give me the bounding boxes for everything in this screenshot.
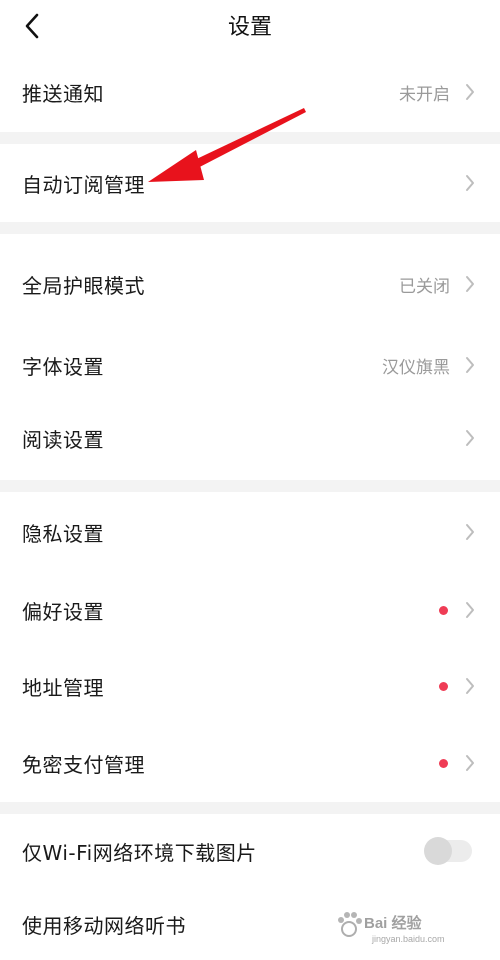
section-divider — [0, 222, 500, 234]
paw-logo-icon — [338, 912, 362, 937]
font-settings-label: 字体设置 — [22, 354, 104, 379]
font-settings-row[interactable]: 字体设置 汉仪旗黑 — [0, 334, 500, 396]
red-dot-badge — [439, 681, 448, 691]
preference-settings-label: 偏好设置 — [22, 599, 104, 624]
section-divider — [0, 132, 500, 144]
watermark-text: Bai 经验 — [364, 915, 422, 932]
auto-subscribe-row[interactable]: 自动订阅管理 — [0, 144, 500, 222]
preference-settings-row[interactable]: 偏好设置 — [0, 572, 500, 648]
password-free-payment-row[interactable]: 免密支付管理 — [0, 724, 500, 802]
header-bar: 设置 — [0, 0, 500, 52]
watermark-url: jingyan.baidu.com — [372, 934, 445, 944]
eye-mode-value: 已关闭 — [399, 276, 450, 297]
section-divider — [0, 480, 500, 492]
privacy-settings-label: 隐私设置 — [22, 521, 104, 546]
chevron-right-icon — [464, 83, 476, 101]
font-settings-value: 汉仪旗黑 — [382, 357, 450, 378]
chevron-right-icon — [464, 677, 476, 695]
eye-mode-row[interactable]: 全局护眼模式 已关闭 — [0, 234, 500, 334]
baidu-jingyan-watermark: Bai 经验 jingyan.baidu.com — [334, 908, 474, 950]
chevron-right-icon — [464, 754, 476, 772]
chevron-right-icon — [464, 429, 476, 447]
mobile-network-listen-label: 使用移动网络听书 — [22, 913, 186, 938]
page-title: 设置 — [227, 15, 272, 40]
red-dot-badge — [439, 605, 448, 615]
chevron-right-icon — [464, 174, 476, 192]
reading-settings-label: 阅读设置 — [22, 427, 104, 452]
push-notification-label: 推送通知 — [22, 81, 104, 106]
chevron-right-icon — [464, 523, 476, 541]
auto-subscribe-label: 自动订阅管理 — [22, 172, 145, 197]
reading-settings-row[interactable]: 阅读设置 — [0, 396, 500, 480]
chevron-right-icon — [464, 356, 476, 374]
red-dot-badge — [439, 758, 448, 768]
wifi-image-download-row: 仅Wi-Fi网络环境下载图片 — [0, 814, 500, 888]
wifi-image-download-label: 仅Wi-Fi网络环境下载图片 — [22, 840, 257, 865]
address-management-label: 地址管理 — [22, 675, 104, 700]
eye-mode-label: 全局护眼模式 — [22, 273, 145, 298]
push-notification-value: 未开启 — [399, 84, 450, 105]
privacy-settings-row[interactable]: 隐私设置 — [0, 492, 500, 572]
push-notification-row[interactable]: 推送通知 未开启 — [0, 52, 500, 132]
wifi-image-toggle[interactable] — [424, 837, 472, 865]
section-divider — [0, 802, 500, 814]
address-management-row[interactable]: 地址管理 — [0, 648, 500, 724]
settings-page: 设置 推送通知 未开启 自动订阅管理 全局护眼模式 已关闭 字体设置 汉仪旗黑 … — [0, 0, 500, 960]
password-free-payment-label: 免密支付管理 — [22, 752, 145, 777]
toggle-knob — [424, 837, 452, 865]
chevron-right-icon — [464, 601, 476, 619]
chevron-right-icon — [464, 275, 476, 293]
